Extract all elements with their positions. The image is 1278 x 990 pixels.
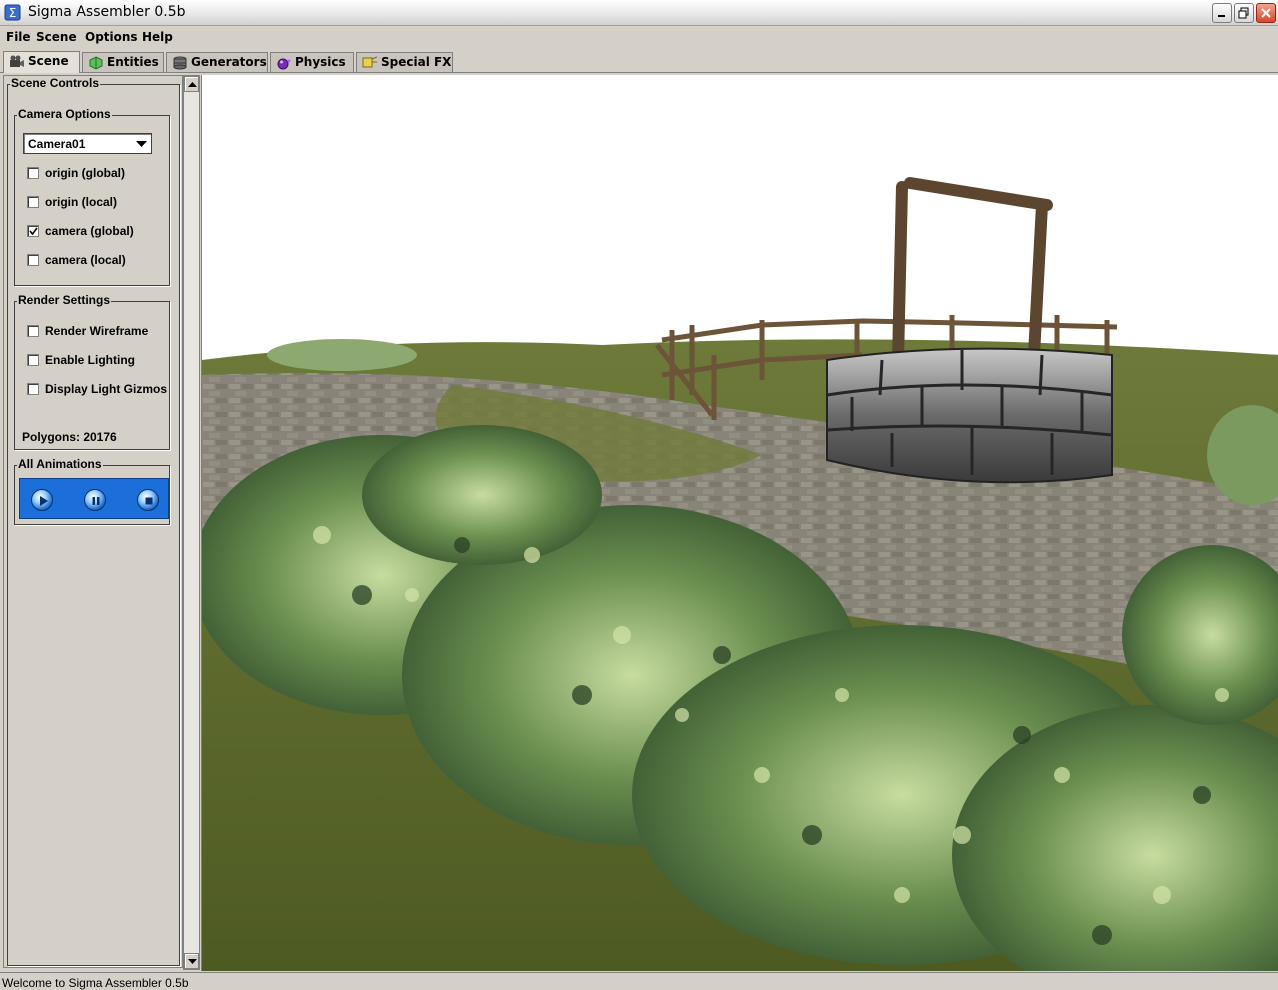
side-panel-scrollbar[interactable] [183,75,200,970]
tab-scene[interactable]: Scene [3,51,80,73]
3d-viewport[interactable] [201,75,1278,971]
tab-label: Physics [295,55,346,69]
scene-controls-title: Scene Controls [10,76,101,90]
animation-controls [19,478,169,519]
menu-help[interactable]: Help [142,30,173,44]
menu-scene[interactable]: Scene [36,30,77,44]
pause-button[interactable] [84,489,106,511]
scroll-up-button[interactable] [184,76,199,92]
camera-icon [10,55,24,67]
sigma-app-icon: Σ [4,4,21,21]
minimize-icon [1218,15,1225,17]
generator-icon [173,56,187,70]
checkbox-box[interactable] [27,196,39,208]
status-text: Welcome to Sigma Assembler 0.5b [2,976,189,990]
entity-icon [89,56,103,70]
stop-button[interactable] [137,489,159,511]
checkbox-label: Render Wireframe [45,324,149,338]
svg-text:Σ: Σ [9,6,17,20]
maximize-icon [1238,7,1249,19]
checkbox-label: origin (global) [45,166,125,180]
checkbox-label: Enable Lighting [45,353,135,367]
checkbox-box[interactable] [27,325,39,337]
checkbox-box[interactable] [27,167,39,179]
minimize-button[interactable] [1212,3,1232,23]
pause-icon [92,497,100,505]
checkbox-label: Display Light Gizmos [45,382,168,396]
checkbox-label: camera (local) [45,253,126,267]
title-bar: Σ Sigma Assembler 0.5b [0,0,1278,26]
arrow-up-icon [188,82,197,87]
render-settings-title: Render Settings [17,293,112,307]
all-animations-group: All Animations [14,457,170,525]
tab-generators[interactable]: Generators [166,52,268,72]
tab-bar: Scene Entities Generators Physics Specia… [0,49,1278,73]
checkbox-box[interactable] [27,254,39,266]
scene-controls-panel: Scene Controls Camera Options Camera01 o… [3,75,183,968]
close-button[interactable] [1256,3,1276,23]
arrow-down-icon [188,959,197,964]
play-icon [40,496,48,506]
camera-options-group: Camera Options Camera01 origin (global) … [14,107,170,286]
fx-icon [362,56,378,68]
menu-file[interactable]: File [6,30,31,44]
tab-label: Entities [107,55,159,69]
play-button[interactable] [31,489,53,511]
checkbox-box[interactable] [27,225,39,237]
chevron-down-icon [136,141,147,147]
menu-bar: File Scene Options Help [0,27,1278,49]
window-title: Sigma Assembler 0.5b [28,4,186,20]
camera-options-title: Camera Options [17,107,112,121]
all-animations-title: All Animations [17,457,103,471]
menu-options[interactable]: Options [85,30,138,44]
tab-entities[interactable]: Entities [82,52,164,72]
checkbox-box[interactable] [27,354,39,366]
scene-controls-group: Scene Controls Camera Options Camera01 o… [7,76,180,966]
scroll-down-button[interactable] [184,953,199,969]
tab-label: Scene [28,54,69,68]
tab-physics[interactable]: Physics [270,52,354,72]
render-settings-group: Render Settings Render Wireframe Enable … [14,293,170,450]
status-bar: Welcome to Sigma Assembler 0.5b [0,972,1278,990]
checkbox-label: camera (global) [45,224,134,238]
tab-label: Generators [191,55,267,69]
maximize-button[interactable] [1234,3,1254,23]
checkbox-box[interactable] [27,383,39,395]
check-icon [29,227,38,236]
polygon-count: Polygons: 20176 [22,430,117,444]
tab-label: Special FX [381,55,452,69]
scene-render [202,177,1278,971]
physics-icon [277,58,291,70]
checkbox-label: origin (local) [45,195,117,209]
camera-select-value: Camera01 [28,137,86,151]
stop-icon [145,497,153,505]
tab-special-fx[interactable]: Special FX [356,52,453,72]
camera-select[interactable]: Camera01 [23,133,152,154]
close-icon [1261,8,1271,18]
